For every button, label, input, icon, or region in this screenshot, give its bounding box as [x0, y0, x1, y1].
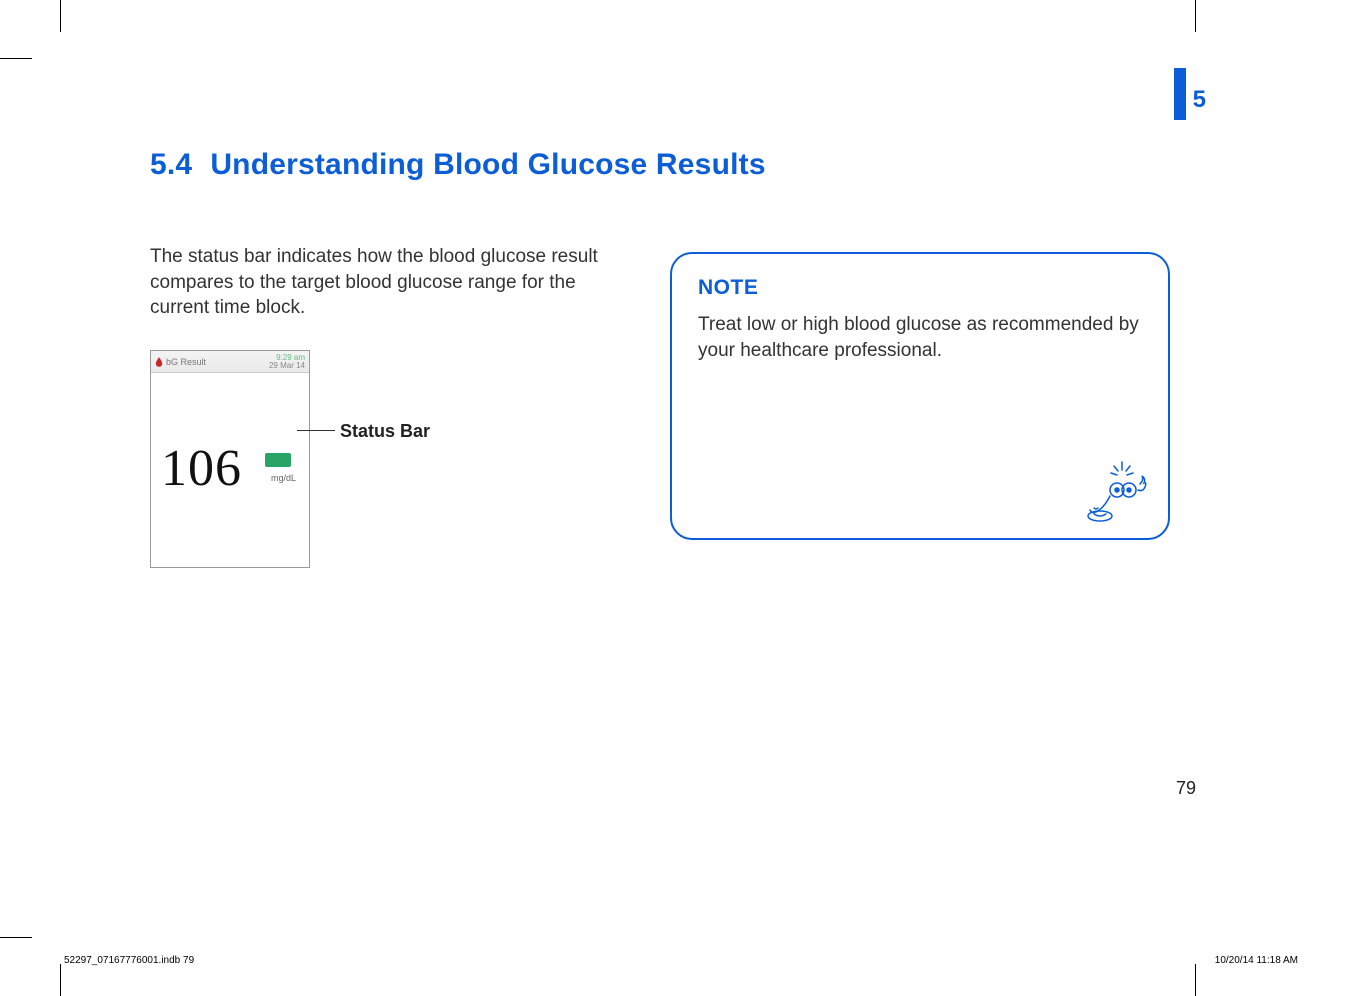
crop-mark [1195, 0, 1196, 32]
note-body: Treat low or high blood glucose as recom… [698, 312, 1142, 363]
note-box: NOTE Treat low or high blood glucose as … [670, 252, 1170, 540]
section-title: Understanding Blood Glucose Results [210, 148, 765, 182]
footer-slug-right: 10/20/14 11:18 AM [1215, 955, 1298, 966]
crop-mark [0, 58, 32, 59]
crop-mark [1195, 964, 1196, 996]
crop-mark [0, 937, 32, 938]
glucose-unit: mg/dL [271, 473, 296, 483]
note-character-icon [1084, 460, 1148, 524]
chapter-number: 5 [1193, 86, 1206, 114]
page-number: 79 [1176, 778, 1196, 799]
glucose-reading: 106 [161, 439, 242, 498]
status-bar-indicator [265, 453, 291, 467]
crop-mark [60, 0, 61, 32]
section-number: 5.4 [150, 148, 192, 182]
device-header: bG Result 9:29 am 29 Mar 14 [151, 351, 309, 373]
callout-line [297, 430, 335, 431]
device-screenshot: bG Result 9:29 am 29 Mar 14 106 mg/dL [150, 350, 310, 568]
device-header-label: bG Result [166, 357, 206, 367]
device-date: 29 Mar 14 [269, 362, 305, 370]
callout-label: Status Bar [340, 421, 430, 442]
device-header-right: 9:29 am 29 Mar 14 [269, 354, 305, 370]
chapter-tab [1174, 68, 1186, 120]
crop-mark [60, 964, 61, 996]
footer-slug-left: 52297_07167776001.indb 79 [64, 955, 194, 966]
device-header-left: bG Result [155, 357, 206, 367]
note-title: NOTE [698, 276, 1142, 300]
blood-drop-icon [155, 357, 163, 367]
section-heading: 5.4 Understanding Blood Glucose Results [150, 148, 766, 182]
body-paragraph: The status bar indicates how the blood g… [150, 244, 630, 321]
device-body: 106 mg/dL [151, 373, 309, 567]
